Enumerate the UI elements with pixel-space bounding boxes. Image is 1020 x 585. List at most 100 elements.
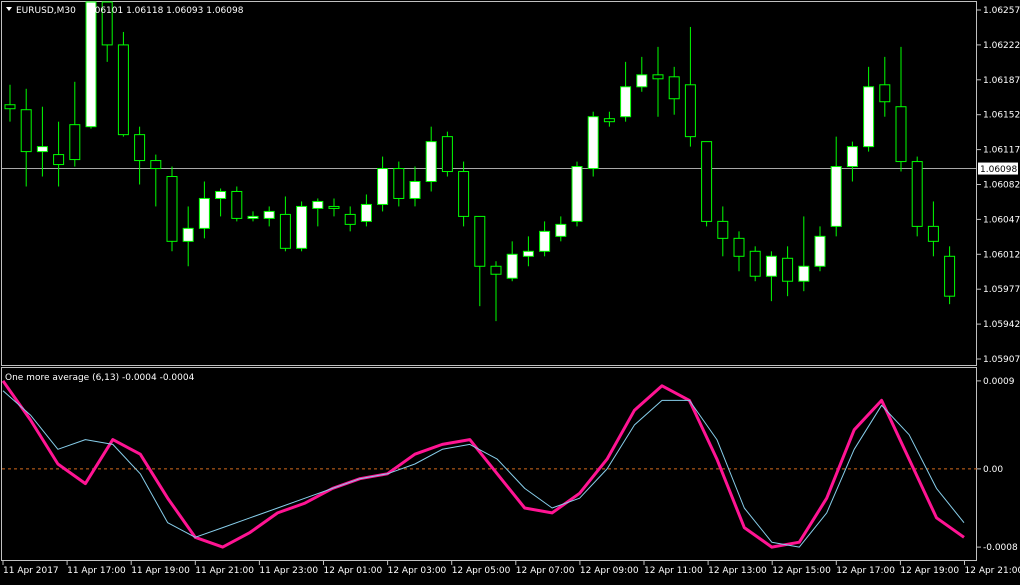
candle [702,142,712,227]
bear-candle-body [329,206,339,208]
candle [831,137,841,237]
bear-candle-body [750,251,760,276]
bull-candle-body [297,206,307,248]
bear-candle-body [491,266,501,274]
price-tick-label: 1.06257 [983,6,1020,16]
current-price-label: 1.06098 [980,165,1017,175]
price-tick-label: 1.05977 [983,285,1020,295]
candle [183,206,193,266]
bear-candle-body [442,137,452,172]
candle [54,122,64,187]
bull-candle-body [199,198,209,228]
time-tick-label: 12 Apr 09:00 [580,566,639,576]
bear-candle-body [669,77,679,99]
symbol-menu-icon[interactable] [6,7,12,11]
bear-candle-body [151,161,161,169]
candle [86,2,96,129]
candle [604,112,614,127]
bull-candle-body [361,204,371,221]
candle [70,82,80,167]
bull-candle-body [864,87,874,147]
bear-candle-body [394,169,404,199]
bear-candle-body [54,155,64,165]
candle [523,236,533,266]
candle [216,188,226,216]
candle [264,206,274,226]
bear-candle-body [21,110,31,152]
candle [410,167,420,207]
candle [475,216,485,306]
candle [345,206,355,231]
candle [280,196,290,251]
candle [896,47,906,172]
candle [864,67,874,152]
bull-candle-body [183,228,193,241]
candle [815,226,825,271]
bull-candle-body [410,182,420,199]
candle [928,201,938,256]
time-tick-label: 12 Apr 13:00 [708,566,767,576]
candle [232,186,242,221]
candle [507,241,517,281]
indicator-layer [3,381,964,547]
candle [588,112,598,177]
candle [880,57,890,117]
candle [313,198,323,226]
candle [459,162,469,227]
bear-candle-body [345,214,355,224]
time-tick-label: 12 Apr 03:00 [388,566,447,576]
candle [556,216,566,241]
bull-candle-body [799,266,809,281]
bear-candle-body [167,177,177,242]
candle [329,198,339,216]
candle [426,127,436,192]
candle [653,47,663,117]
time-tick-label: 11 Apr 23:00 [259,566,318,576]
price-tick-label: 1.06152 [983,111,1020,121]
time-tick-label: 12 Apr 15:00 [772,566,831,576]
candle [21,89,31,187]
candle [637,57,647,92]
bull-candle-body [216,191,226,198]
candle [199,182,209,239]
candle [945,246,955,304]
bear-candle-body [734,238,744,256]
bull-candle-body [540,231,550,251]
candle [442,132,452,177]
bull-candle-body [264,211,274,218]
bull-candle-body [378,169,388,205]
indicator-title: One more average (6,13) -0.0004 -0.0004 [5,373,195,383]
candle [491,261,501,321]
candle [394,162,404,207]
bear-candle-body [135,135,145,161]
bull-candle-body [637,75,647,87]
candle [685,27,695,147]
bear-candle-body [459,172,469,217]
candles-layer [5,2,955,321]
bull-candle-body [847,147,857,167]
candle [572,162,582,227]
bear-candle-body [70,125,80,160]
bear-candle-body [475,216,485,266]
bear-candle-body [653,75,663,79]
bear-candle-body [5,105,15,109]
candle [378,157,388,212]
time-tick-label: 11 Apr 17:00 [67,566,126,576]
bull-candle-body [621,87,631,117]
price-tick-label: 1.06082 [983,181,1020,191]
candle [151,155,161,207]
price-tick-label: 1.05942 [983,320,1020,330]
chart-window[interactable]: 1.062571.062221.061871.061521.061171.060… [0,0,1020,581]
symbol-label: EURUSD,M30 [16,6,76,16]
time-tick-label: 11 Apr 21:00 [195,566,254,576]
chart-canvas[interactable]: 1.062571.062221.061871.061521.061171.060… [0,0,1020,581]
time-tick-label: 12 Apr 01:00 [324,566,383,576]
price-tick-label: 1.05907 [983,355,1020,365]
time-tick-label: 12 Apr 11:00 [644,566,703,576]
bull-candle-body [248,216,258,218]
candle [167,167,177,252]
bull-candle-body [588,117,598,169]
candle [750,246,760,281]
candle [361,194,371,226]
bear-candle-body [896,107,906,162]
